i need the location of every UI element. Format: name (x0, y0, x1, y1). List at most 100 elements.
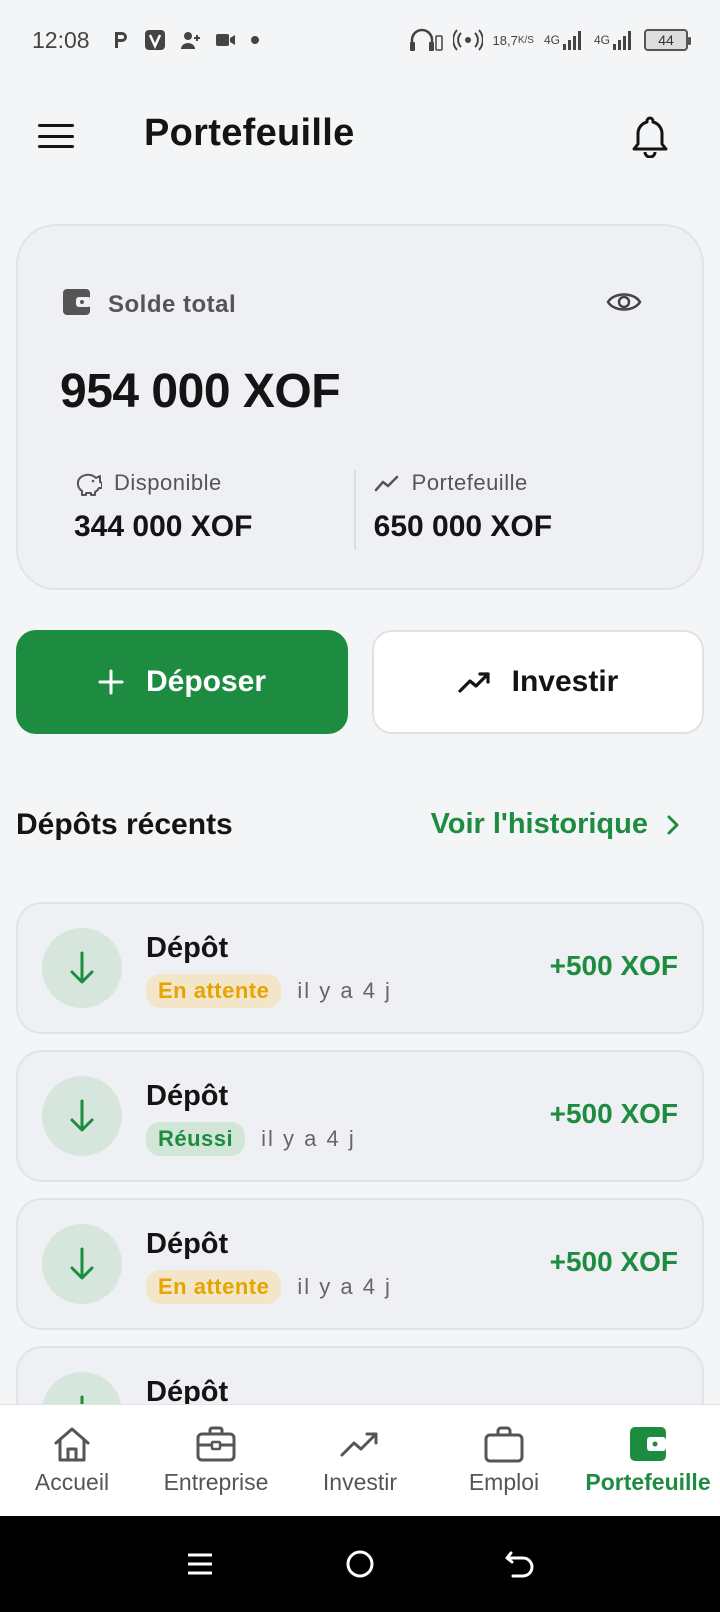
net-speed: 18,7 K/S (492, 32, 534, 48)
status-time: 12:08 (32, 26, 90, 53)
wallet-icon (630, 1427, 666, 1461)
battery-icon: 44 (644, 29, 691, 51)
transaction-time: il y a 4 j (297, 978, 392, 1003)
home-button[interactable] (340, 1544, 380, 1584)
notifications-button[interactable] (630, 114, 670, 159)
nav-item-emploi[interactable]: Emploi (432, 1405, 576, 1516)
bag-icon (484, 1426, 524, 1463)
available-label-row: Disponible (74, 470, 354, 496)
nav-item-accueil[interactable]: Accueil (0, 1405, 144, 1516)
deposit-arrow-icon (42, 1076, 122, 1156)
list-item[interactable]: Dépôt En attente il y a 4 j +500 XOF (16, 902, 704, 1034)
net-speed-unit: K/S (517, 34, 534, 46)
transaction-title: Dépôt (146, 1376, 229, 1404)
back-icon (505, 1551, 534, 1578)
plus-icon (98, 669, 124, 695)
page-title: Portefeuille (144, 112, 355, 154)
battery-level: 44 (658, 32, 674, 48)
net-speed-value: 18,7 (492, 32, 518, 48)
available-balance: Disponible 344 000 XOF (74, 470, 354, 550)
view-history-label: Voir l'historique (430, 808, 648, 840)
hotspot-icon (452, 28, 483, 52)
available-label: Disponible (114, 470, 222, 495)
balance-label: Solde total (108, 290, 237, 318)
portfolio-label: Portefeuille (411, 470, 528, 495)
trending-up-icon (458, 672, 490, 693)
menu-button[interactable] (36, 118, 76, 154)
app-v-icon (144, 29, 166, 51)
nav-label: Accueil (34, 1469, 110, 1495)
list-item[interactable]: Dépôt En attente il y a 4 j +500 XOF (16, 1198, 704, 1330)
view-history-link[interactable]: Voir l'historique (431, 808, 680, 841)
eye-icon (606, 293, 642, 311)
transaction-time: il y a 4 j (297, 1274, 392, 1299)
balance-breakdown: Disponible 344 000 XOF Portefeuille 650 … (74, 470, 634, 550)
deposit-label: Déposer (145, 665, 267, 698)
portfolio-label-row: Portefeuille (374, 470, 634, 496)
balance-card: Solde total 954 000 XOF Disponible 344 0… (16, 224, 704, 590)
wallet-icon (62, 288, 92, 321)
menu-icon-line (38, 124, 74, 127)
menu-icon-line (38, 134, 74, 138)
add-contact-icon (180, 30, 202, 50)
video-icon (215, 33, 236, 47)
nav-item-entreprise[interactable]: Entreprise (144, 1405, 288, 1516)
transaction-meta: En attente il y a 4 j (146, 974, 392, 1008)
trending-up-icon (374, 475, 398, 492)
list-item[interactable]: Dépôt Réussi il y a 4 j +500 XOF (16, 1050, 704, 1182)
invest-button[interactable]: Investir (372, 630, 704, 734)
bell-icon (632, 116, 668, 159)
transaction-amount: +500 XOF (549, 1098, 678, 1129)
recents-button[interactable] (180, 1544, 220, 1584)
signal-type-1: 4G (543, 33, 560, 47)
deposit-arrow-icon (42, 1224, 122, 1304)
status-badge: En attente (146, 974, 282, 1008)
transaction-meta: Réussi il y a 4 j (146, 1122, 356, 1156)
status-right: 18,7 K/S 4G 4G 44 (409, 28, 691, 52)
deposit-button[interactable]: Déposer (16, 630, 348, 734)
transaction-title: Dépôt (146, 932, 229, 964)
deposit-arrow-icon (42, 928, 122, 1008)
toggle-visibility-button[interactable] (606, 284, 642, 320)
transaction-title: Dépôt (146, 1080, 229, 1112)
nav-item-investir[interactable]: Investir (288, 1405, 432, 1516)
headset-icon (409, 28, 443, 52)
home-icon (54, 1427, 90, 1462)
signal-2-icon: 4G (594, 29, 634, 51)
bottom-nav: Accueil Entreprise Investir Emploi Porte… (0, 1404, 720, 1516)
available-value: 344 000 XOF (74, 510, 253, 543)
status-bar: 12:08 18,7 K/S 4G 4G 44 (0, 0, 720, 80)
back-button[interactable] (500, 1544, 540, 1584)
briefcase-icon (196, 1426, 236, 1462)
dot-icon (250, 35, 260, 45)
nav-label: Portefeuille (585, 1469, 711, 1495)
nav-label: Investir (322, 1469, 398, 1495)
signal-type-2: 4G (593, 33, 610, 47)
app-header: Portefeuille (0, 90, 720, 182)
menu-icon-line (38, 145, 74, 148)
piggy-bank-icon (76, 473, 102, 496)
parking-icon (112, 30, 130, 50)
status-left: 12:08 (32, 27, 260, 54)
home-circle-icon (346, 1550, 374, 1578)
recents-icon (188, 1553, 212, 1575)
nav-label: Emploi (468, 1469, 540, 1495)
transaction-title: Dépôt (146, 1228, 229, 1260)
status-badge: En attente (146, 1270, 282, 1304)
transaction-amount: +500 XOF (549, 950, 678, 981)
transaction-amount: +500 XOF (549, 1246, 678, 1277)
status-badge: Réussi (146, 1122, 246, 1156)
portfolio-balance: Portefeuille 650 000 XOF (353, 470, 634, 550)
portfolio-value: 650 000 XOF (373, 510, 553, 543)
recent-deposits-title: Dépôts récents (16, 808, 233, 841)
balance-header: Solde total (62, 288, 236, 321)
transaction-meta: En attente il y a 4 j (146, 1270, 392, 1304)
chevron-right-icon (667, 815, 679, 834)
deposit-arrow-icon (42, 1372, 122, 1404)
recent-deposits-list: Dépôt En attente il y a 4 j +500 XOF Dép… (16, 902, 704, 1404)
list-item[interactable]: Dépôt (16, 1346, 704, 1404)
nav-item-portefeuille[interactable]: Portefeuille (576, 1405, 720, 1516)
transaction-time: il y a 4 j (261, 1126, 356, 1151)
nav-label: Entreprise (163, 1469, 269, 1495)
balance-total: 954 000 XOF (60, 365, 341, 418)
